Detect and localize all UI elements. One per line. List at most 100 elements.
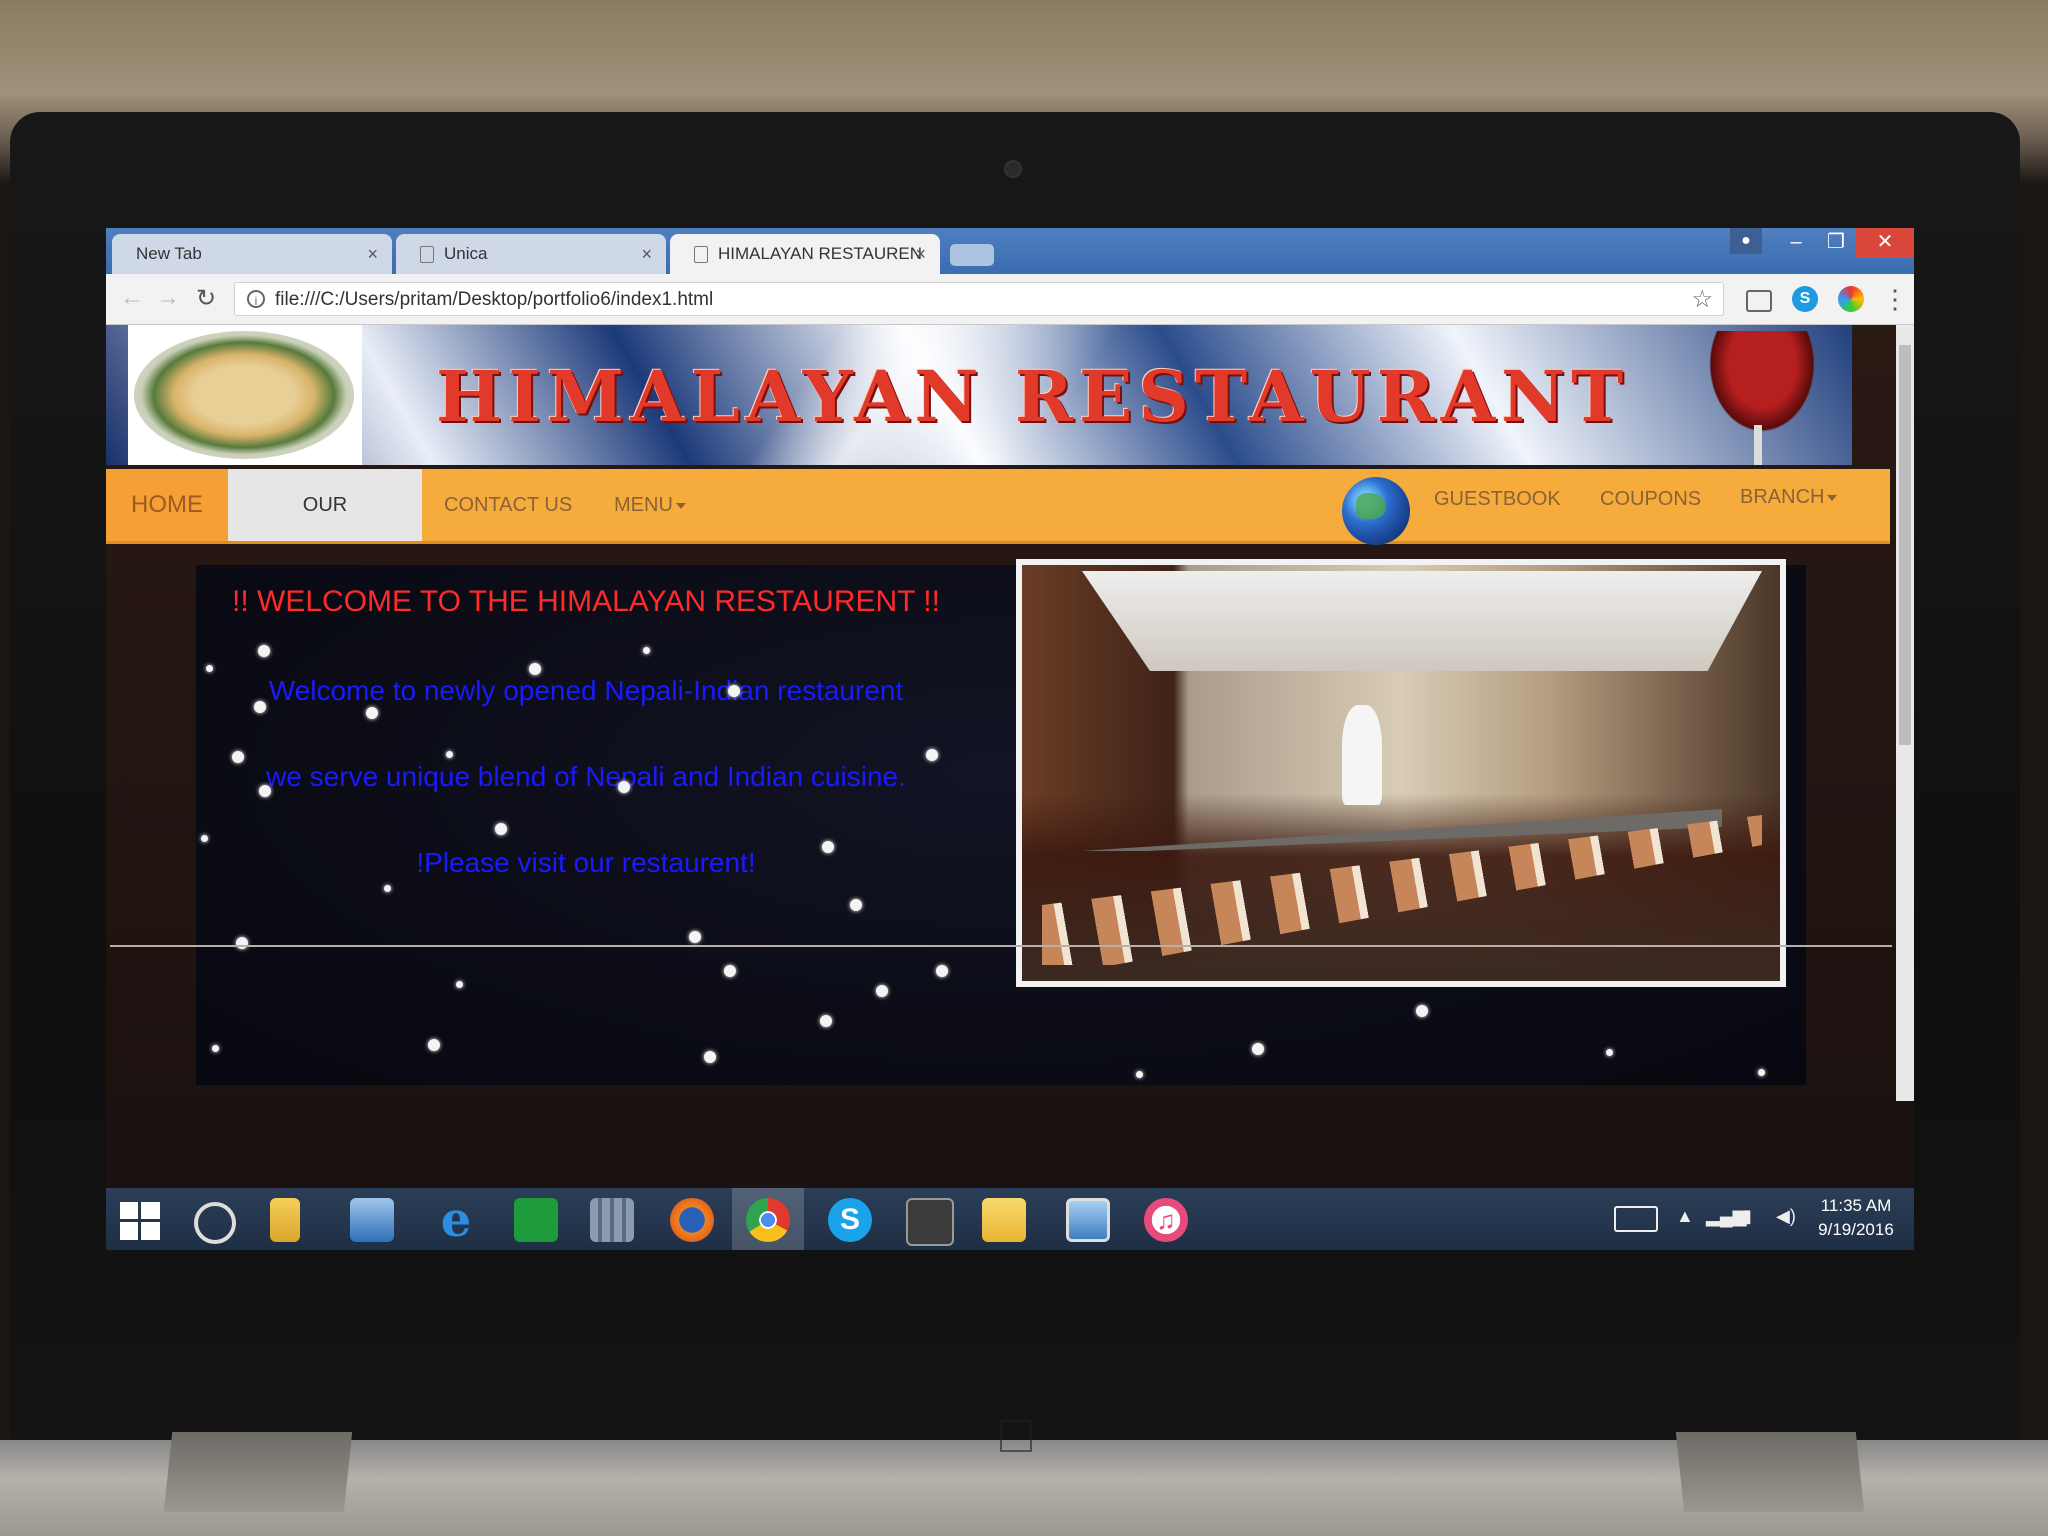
nav-home[interactable]: HOME [106,469,228,541]
app-blocks-icon[interactable] [590,1198,634,1242]
battery-icon[interactable]: ▮ [1742,1206,1752,1227]
color-extension-icon[interactable] [1838,286,1864,312]
snowflake [366,707,378,719]
snowflake [689,931,701,943]
close-window-button[interactable]: ✕ [1856,228,1914,258]
snowflake [446,751,453,758]
clock-time: 11:35 AM [1820,1196,1892,1215]
folder-icon[interactable] [982,1198,1026,1242]
photo-ceiling [1082,571,1762,671]
globe-land [1356,493,1386,519]
site-banner: HIMALAYAN RESTAURANT [106,325,1852,465]
intro-line-1: Welcome to newly opened Nepali-Indian re… [268,675,904,706]
snowflake [850,899,862,911]
photos-icon[interactable] [1066,1198,1110,1242]
sublime-text-icon[interactable] [906,1198,954,1246]
back-button[interactable]: ← [120,284,144,312]
firefox-icon[interactable] [670,1198,714,1242]
tab-new-tab[interactable]: New Tab × [112,234,392,274]
snowflake [1136,1071,1143,1078]
info-icon[interactable]: i [247,290,265,308]
windows-taskbar: e S ♫ ▲ ▂▄▆ ▮ ◀) 11:35 AM 9/19/2016 [106,1188,1914,1250]
snowflake [1252,1043,1264,1055]
nav-contact-us[interactable]: CONTACT US [422,469,594,541]
nav-coupons[interactable]: COUPONS [1578,463,1723,535]
profile-icon[interactable]: ● [1730,228,1762,254]
url-text: file:///C:/Users/pritam/Desktop/portfoli… [275,289,714,310]
intro-line-2: we serve unique blend of Nepali and Indi… [266,761,906,792]
snowflake [936,965,948,977]
taskbar-clock[interactable]: 11:35 AM 9/19/2016 [1806,1194,1906,1242]
tab-label: New Tab [136,244,202,263]
hinge-left [163,1432,353,1512]
skype-extension-icon[interactable]: S [1792,286,1818,312]
snowflake [236,937,248,949]
nav-guestbook[interactable]: GUESTBOOK [1412,463,1583,535]
web-page: HIMALAYAN RESTAURANT HOME OUR LOCATION C… [106,325,1896,1101]
restaurant-interior-photo [1016,559,1786,987]
site-navbar: HOME OUR LOCATION CONTACT US MENU GUESTB… [106,469,1890,588]
address-bar[interactable]: i file:///C:/Users/pritam/Desktop/portfo… [234,282,1724,316]
snowflake [212,1045,219,1052]
reload-button[interactable]: ↻ [196,284,216,313]
search-taskbar-icon[interactable] [194,1202,236,1244]
snowflake [495,823,507,835]
cast-icon[interactable] [1746,290,1772,312]
snowflake [456,981,463,988]
tab-himalayan-restaurant[interactable]: HIMALAYAN RESTAUREN × [670,234,940,274]
close-tab-icon[interactable]: × [367,234,378,274]
windows-button-icon [1000,1420,1032,1452]
snowflake [704,1051,716,1063]
webcam [1004,160,1022,178]
chrome-icon[interactable] [746,1198,790,1242]
internet-explorer-icon[interactable]: e [434,1196,478,1244]
browser-menu-icon[interactable]: ⋮ [1882,284,1908,315]
nav-menu-dropdown[interactable]: MENU [592,469,708,541]
close-tab-icon[interactable]: × [641,234,652,274]
laptop-screen: New Tab × Unica × HIMALAYAN RESTAUREN × … [106,228,1914,1250]
itunes-icon[interactable]: ♫ [1144,1198,1188,1242]
bookmark-star-icon[interactable]: ☆ [1691,283,1713,317]
page-icon [694,246,708,264]
start-button[interactable] [120,1202,160,1240]
caret-down-icon [675,502,686,509]
snowflake [201,835,208,842]
intro-line-3: !Please visit our restaurent! [416,847,756,878]
restore-button[interactable]: ❐ [1816,228,1856,258]
snowflake [529,663,541,675]
volume-icon[interactable]: ◀) [1776,1206,1796,1227]
browser-toolbar: ← → ↻ i file:///C:/Users/pritam/Desktop/… [106,274,1914,325]
forward-button[interactable]: → [156,284,180,312]
minimize-button[interactable]: – [1776,228,1816,258]
nav-our-location[interactable]: OUR LOCATION [228,469,422,588]
snowflake [206,665,213,672]
scroll-thumb[interactable] [1899,345,1911,745]
browser-tab-bar: New Tab × Unica × HIMALAYAN RESTAUREN × … [106,228,1914,274]
nav-branch-dropdown[interactable]: BRANCH [1718,461,1859,533]
caret-down-icon [1827,494,1838,501]
close-tab-icon[interactable]: × [915,234,926,274]
signal-icon[interactable]: ▂▄▆ [1706,1206,1746,1227]
tab-label: Unica [444,244,488,263]
snowflake [1758,1069,1765,1076]
remote-desktop-icon[interactable] [350,1198,394,1242]
window-controls: – ❐ ✕ [1776,228,1914,258]
tab-label: HIMALAYAN RESTAUREN [718,244,923,263]
snowflake [618,781,630,793]
tray-chevron-up-icon[interactable]: ▲ [1676,1206,1694,1227]
wine-glass-image [1702,331,1822,441]
snowflake [232,751,244,763]
snowflake [254,701,266,713]
new-tab-button[interactable] [950,244,994,266]
hinge-right [1675,1432,1865,1512]
page-scrollbar[interactable] [1896,325,1914,1101]
file-explorer-icon[interactable] [270,1198,300,1242]
skype-icon[interactable]: S [828,1198,872,1242]
globe-icon [1342,477,1410,545]
photo-chef [1342,705,1382,805]
keyboard-icon[interactable] [1614,1206,1658,1232]
store-icon[interactable] [514,1198,558,1242]
snowflake [728,685,740,697]
tab-unica[interactable]: Unica × [396,234,666,274]
snowflake [876,985,888,997]
